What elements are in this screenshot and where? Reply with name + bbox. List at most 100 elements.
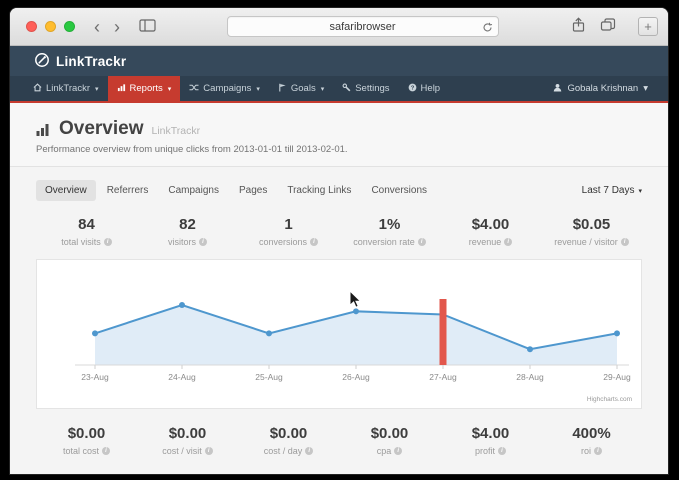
- close-window-button[interactable]: [26, 21, 37, 32]
- stat-label-row: profiti: [440, 446, 541, 456]
- stat-value: $4.00: [440, 216, 541, 233]
- svg-text:23-Aug: 23-Aug: [81, 372, 109, 382]
- page-title-suffix: LinkTrackr: [152, 125, 201, 137]
- nav-item-campaigns[interactable]: Campaigns ▾: [180, 76, 269, 101]
- nav-label: Goals: [291, 83, 316, 94]
- info-icon[interactable]: i: [310, 238, 318, 246]
- zoom-window-button[interactable]: [64, 21, 75, 32]
- stat-value: $4.00: [440, 425, 541, 442]
- info-icon[interactable]: i: [199, 238, 207, 246]
- stat-cpa: $0.00 cpai: [339, 425, 440, 456]
- stat-label-row: revenue / visitori: [541, 237, 642, 247]
- sidebar-icon: [139, 19, 156, 35]
- home-icon: [33, 83, 42, 95]
- info-icon[interactable]: i: [594, 447, 602, 455]
- stat-value: $0.00: [36, 425, 137, 442]
- nav-item-linktrackr[interactable]: LinkTrackr ▾: [24, 76, 108, 101]
- tab-tracking-links[interactable]: Tracking Links: [278, 180, 360, 201]
- title-row: Overview LinkTrackr: [36, 118, 642, 140]
- info-icon[interactable]: i: [504, 238, 512, 246]
- stat-label-row: total costi: [36, 446, 137, 456]
- tab-conversions[interactable]: Conversions: [362, 180, 436, 201]
- sidebar-toggle-button[interactable]: [139, 19, 156, 35]
- page-subtitle: Performance overview from unique clicks …: [36, 144, 642, 155]
- help-icon: ?: [408, 83, 417, 95]
- info-icon[interactable]: i: [102, 447, 110, 455]
- screenshot-root: { "colors": { "accent_red": "#c63b2f", "…: [0, 0, 679, 480]
- caret-down-icon: ▾: [168, 85, 172, 93]
- address-bar[interactable]: safaribrowser: [227, 16, 499, 37]
- stat-revenue-visitor: $0.05 revenue / visitori: [541, 216, 642, 247]
- back-button[interactable]: ‹: [87, 17, 107, 37]
- stat-label: total cost: [63, 446, 99, 456]
- nav-label: Reports: [130, 83, 163, 94]
- stat-label-row: visitorsi: [137, 237, 238, 247]
- info-icon[interactable]: i: [621, 238, 629, 246]
- brand-logo-icon: [34, 52, 50, 71]
- info-icon[interactable]: i: [205, 447, 213, 455]
- share-button[interactable]: [571, 17, 586, 36]
- tab-referrers[interactable]: Referrers: [98, 180, 158, 201]
- info-icon[interactable]: i: [305, 447, 313, 455]
- stat-label: revenue: [469, 237, 502, 247]
- bar-chart-icon: [117, 83, 126, 95]
- stat-label: cost / day: [264, 446, 303, 456]
- info-icon[interactable]: i: [418, 238, 426, 246]
- user-icon: [553, 83, 562, 95]
- refresh-button[interactable]: [482, 21, 493, 36]
- brand-name: LinkTrackr: [56, 54, 126, 69]
- browser-window: ‹ › safaribrowser: [10, 8, 668, 474]
- brand-logo[interactable]: LinkTrackr: [34, 52, 126, 71]
- stat-value: $0.00: [137, 425, 238, 442]
- stat-label: visitors: [168, 237, 196, 247]
- refresh-icon: [482, 21, 493, 36]
- stat-label-row: total visitsi: [36, 237, 137, 247]
- tab-campaigns[interactable]: Campaigns: [159, 180, 228, 201]
- site-header: LinkTrackr: [10, 46, 668, 76]
- page-content: Overview LinkTrackr Performance overview…: [10, 103, 668, 474]
- date-range-label: Last 7 Days: [582, 185, 635, 196]
- stat-value: $0.00: [238, 425, 339, 442]
- caret-down-icon: ▾: [95, 85, 99, 93]
- date-range-selector[interactable]: Last 7 Days ▾: [582, 185, 642, 196]
- minimize-window-button[interactable]: [45, 21, 56, 32]
- user-menu[interactable]: Gobala Krishnan ▾: [547, 76, 654, 101]
- stat-label-row: conversion ratei: [339, 237, 440, 247]
- stat-cost-day: $0.00 cost / dayi: [238, 425, 339, 456]
- svg-text:24-Aug: 24-Aug: [168, 372, 196, 382]
- nav-item-goals[interactable]: Goals ▾: [269, 76, 333, 101]
- chart-attribution: Highcharts.com: [587, 396, 632, 403]
- stat-label: roi: [581, 446, 591, 456]
- stat-label: cpa: [377, 446, 392, 456]
- toolbar-right-group: +: [571, 17, 658, 36]
- tab-overview[interactable]: Overview: [36, 180, 96, 201]
- info-icon[interactable]: i: [104, 238, 112, 246]
- stat-label-row: revenuei: [440, 237, 541, 247]
- tab-overview-button[interactable]: [600, 18, 616, 35]
- nav-item-settings[interactable]: Settings: [333, 76, 398, 101]
- address-bar-text: safaribrowser: [329, 21, 395, 33]
- info-icon[interactable]: i: [394, 447, 402, 455]
- caret-down-icon: ▾: [321, 85, 325, 93]
- stat-label-row: conversionsi: [238, 237, 339, 247]
- info-icon[interactable]: i: [498, 447, 506, 455]
- svg-text:27-Aug: 27-Aug: [429, 372, 457, 382]
- svg-text:26-Aug: 26-Aug: [342, 372, 370, 382]
- tab-pages[interactable]: Pages: [230, 180, 276, 201]
- new-tab-button[interactable]: +: [638, 17, 658, 36]
- nav-item-reports[interactable]: Reports ▾: [108, 76, 181, 101]
- stat-value: 84: [36, 216, 137, 233]
- stat-value: 82: [137, 216, 238, 233]
- stat-value: $0.00: [339, 425, 440, 442]
- stat-value: 1: [238, 216, 339, 233]
- stat-label: cost / visit: [162, 446, 202, 456]
- caret-down-icon: ▾: [638, 187, 642, 195]
- caret-down-icon: ▾: [256, 85, 260, 93]
- page-header: Overview LinkTrackr Performance overview…: [10, 103, 668, 167]
- stat-label: total visits: [61, 237, 101, 247]
- nav-item-help[interactable]: ? Help: [399, 76, 450, 101]
- forward-button[interactable]: ›: [107, 17, 127, 37]
- page-title: Overview: [59, 118, 144, 140]
- shuffle-icon: [189, 83, 199, 95]
- nav-label: Campaigns: [203, 83, 251, 94]
